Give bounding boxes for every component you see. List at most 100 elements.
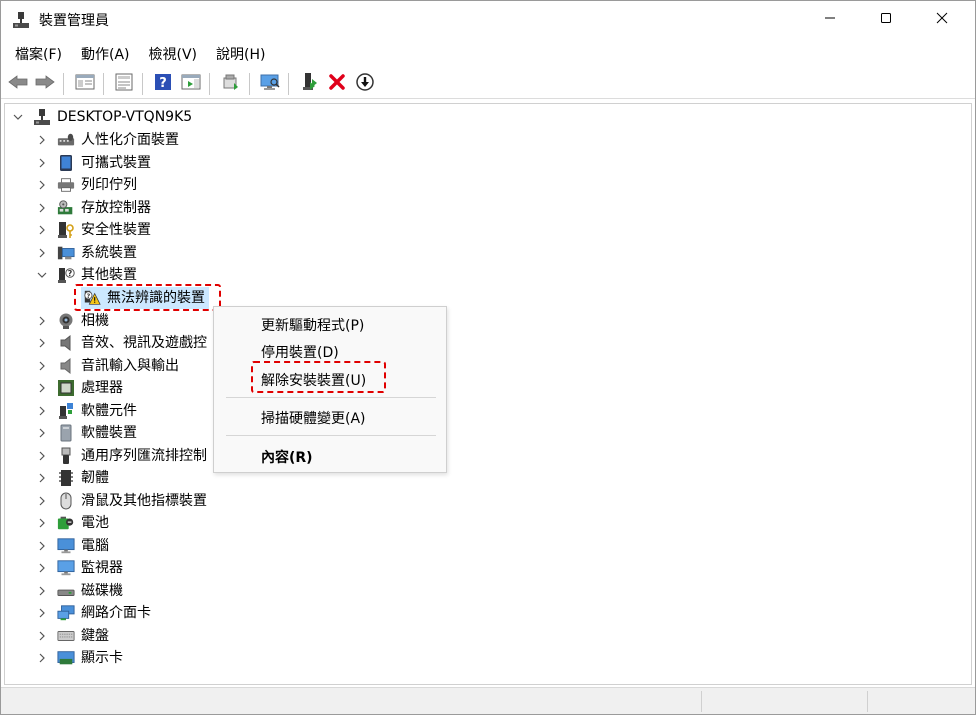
- battery-icon: [57, 514, 75, 532]
- chevron-right-icon[interactable]: [35, 561, 49, 575]
- tree-root[interactable]: DESKTOP-VTQN9K5: [11, 106, 192, 128]
- back-button[interactable]: [7, 73, 29, 95]
- chevron-down-icon[interactable]: [35, 268, 49, 282]
- toolbar-separator: [63, 73, 64, 95]
- toolbar: ?: [1, 67, 975, 99]
- tree-item-label: 磁碟機: [81, 583, 123, 599]
- chevron-right-icon[interactable]: [35, 449, 49, 463]
- chevron-right-icon[interactable]: [35, 201, 49, 215]
- tree-item-usb[interactable]: 通用序列匯流排控制: [35, 445, 207, 467]
- chevron-right-icon[interactable]: [35, 156, 49, 170]
- tree-item-computer[interactable]: 電腦: [35, 535, 109, 557]
- close-button[interactable]: [919, 1, 965, 39]
- menu-file[interactable]: 檔案(F): [7, 41, 70, 66]
- audio-io-icon: [57, 357, 75, 375]
- tree-item-security[interactable]: 安全性裝置: [35, 219, 151, 241]
- tree-item-label: 安全性裝置: [81, 222, 151, 238]
- forward-button[interactable]: [34, 73, 56, 95]
- tree-item-portable[interactable]: 可攜式裝置: [35, 152, 151, 174]
- update-driver-button[interactable]: [220, 73, 242, 95]
- menu-item-scan-hardware[interactable]: 掃描硬體變更(A): [261, 408, 366, 428]
- tree-item-mouse[interactable]: 滑鼠及其他指標裝置: [35, 490, 207, 512]
- chevron-right-icon[interactable]: [35, 133, 49, 147]
- system-device-icon: [57, 244, 75, 262]
- uninstall-button[interactable]: [326, 73, 348, 95]
- chevron-right-icon[interactable]: [35, 246, 49, 260]
- menu-action[interactable]: 動作(A): [73, 41, 138, 66]
- help-button[interactable]: ?: [152, 73, 174, 95]
- chevron-right-icon[interactable]: [35, 629, 49, 643]
- uninstall-x-icon: [328, 73, 346, 95]
- menu-item-update-driver[interactable]: 更新驅動程式(P): [261, 315, 364, 335]
- chevron-right-icon[interactable]: [35, 381, 49, 395]
- svg-text:?: ?: [68, 269, 73, 278]
- chevron-right-icon[interactable]: [35, 426, 49, 440]
- chevron-right-icon[interactable]: [35, 471, 49, 485]
- tree-item-system[interactable]: 系統裝置: [35, 242, 137, 264]
- status-bar: [1, 687, 975, 714]
- menu-help[interactable]: 說明(H): [208, 41, 273, 66]
- chevron-right-icon[interactable]: [35, 314, 49, 328]
- tree-item-label: 系統裝置: [81, 245, 137, 261]
- tree-item-audio-io[interactable]: 音訊輸入與輸出: [35, 355, 179, 377]
- monitor-scan-icon: [259, 73, 281, 95]
- tree-item-battery[interactable]: 電池: [35, 512, 109, 534]
- camera-icon: [57, 312, 75, 330]
- tree-item-storage[interactable]: 存放控制器: [35, 197, 151, 219]
- tree-item-hid[interactable]: 人性化介面裝置: [35, 129, 179, 151]
- chevron-right-icon[interactable]: [35, 516, 49, 530]
- chevron-right-icon[interactable]: [35, 336, 49, 350]
- device-tree[interactable]: DESKTOP-VTQN9K5 人性化介面裝置 可攜式裝置 列印佇列 存放控制器…: [4, 103, 972, 685]
- tree-item-firmware[interactable]: 韌體: [35, 467, 109, 489]
- scan-hardware-button[interactable]: [259, 73, 281, 95]
- close-icon: [936, 12, 948, 28]
- tree-item-other-devices[interactable]: ? 其他裝置: [35, 264, 137, 286]
- tree-item-label: 軟體元件: [81, 403, 137, 419]
- show-hide-console-tree-icon: [75, 73, 95, 95]
- tree-item-keyboard[interactable]: 鍵盤: [35, 625, 109, 647]
- security-device-icon: [57, 221, 75, 239]
- tree-item-label: 存放控制器: [81, 200, 151, 216]
- show-hide-console-tree-button[interactable]: [74, 73, 96, 95]
- tree-item-software-component[interactable]: 軟體元件: [35, 400, 137, 422]
- maximize-button[interactable]: [863, 1, 909, 39]
- tree-item-monitor[interactable]: 監視器: [35, 557, 123, 579]
- tree-item-label: 網路介面卡: [81, 605, 151, 621]
- tree-item-label: 處理器: [81, 380, 123, 396]
- menu-view[interactable]: 檢視(V): [141, 41, 206, 66]
- properties-button[interactable]: [113, 73, 135, 95]
- tree-item-processor[interactable]: 處理器: [35, 377, 123, 399]
- software-device-icon: [57, 424, 75, 442]
- tree-item-print-queue[interactable]: 列印佇列: [35, 174, 137, 196]
- chevron-right-icon[interactable]: [35, 651, 49, 665]
- action-pane-button[interactable]: [180, 73, 202, 95]
- chevron-right-icon[interactable]: [35, 223, 49, 237]
- tree-item-label: 其他裝置: [81, 267, 137, 283]
- chevron-right-icon[interactable]: [35, 606, 49, 620]
- chevron-right-icon[interactable]: [35, 539, 49, 553]
- chevron-right-icon[interactable]: [35, 404, 49, 418]
- tree-item-disk-drive[interactable]: 磁碟機: [35, 580, 123, 602]
- device-manager-window: 裝置管理員 檔案(F) 動作(A) 檢視(V) 說明(H) ? DESKTOP-…: [0, 0, 976, 715]
- chevron-down-icon[interactable]: [11, 110, 25, 124]
- tree-item-network-adapter[interactable]: 網路介面卡: [35, 602, 151, 624]
- menu-item-disable-device[interactable]: 停用裝置(D): [261, 342, 339, 362]
- root-label: DESKTOP-VTQN9K5: [57, 109, 193, 125]
- enable-device-button[interactable]: [299, 73, 321, 95]
- tree-item-display-adapter[interactable]: 顯示卡: [35, 647, 123, 669]
- tree-item-software-device[interactable]: 軟體裝置: [35, 422, 137, 444]
- chevron-right-icon[interactable]: [35, 178, 49, 192]
- chevron-right-icon[interactable]: [35, 494, 49, 508]
- disable-device-button[interactable]: [354, 73, 376, 95]
- menu-item-properties[interactable]: 內容(R): [261, 447, 313, 467]
- minimize-button[interactable]: [807, 1, 853, 39]
- chevron-right-icon[interactable]: [35, 359, 49, 373]
- forward-arrow-icon: [35, 74, 55, 94]
- hid-icon: [57, 131, 75, 149]
- highlight-box-selected-device: [74, 284, 221, 311]
- tree-item-camera[interactable]: 相機: [35, 310, 109, 332]
- maximize-icon: [880, 12, 892, 28]
- tree-item-label: 電腦: [81, 538, 109, 554]
- tree-item-sound-video-game[interactable]: 音效、視訊及遊戲控: [35, 332, 207, 354]
- chevron-right-icon[interactable]: [35, 584, 49, 598]
